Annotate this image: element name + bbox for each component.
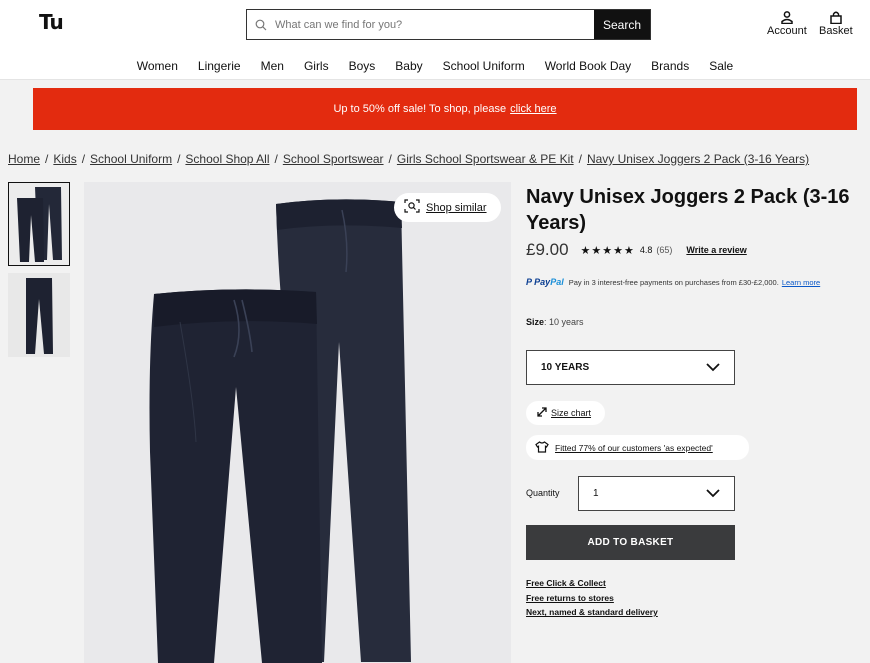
account-label: Account (767, 25, 807, 37)
gallery-thumbnail-2[interactable] (8, 273, 70, 357)
size-value: : 10 years (544, 317, 584, 327)
rating-value: 4.8 (639, 245, 653, 255)
breadcrumb-link[interactable]: Girls School Sportswear & PE Kit (397, 152, 574, 166)
tshirt-icon (535, 440, 549, 455)
front-jogger (149, 289, 322, 663)
tu-logo[interactable]: Tu (39, 10, 64, 34)
product-price: £9.00 (526, 240, 569, 259)
banner-text: Up to 50% off sale! To shop, please (333, 103, 507, 115)
site-header: Tu Search Account Basket Women Lingerie Me… (0, 0, 870, 80)
write-review-link[interactable]: Write a review (686, 245, 746, 255)
account-icon (767, 11, 807, 25)
breadcrumb-link[interactable]: School Shop All (185, 152, 269, 166)
nav-item-baby[interactable]: Baby (395, 59, 422, 73)
sale-banner: Up to 50% off sale! To shop, please clic… (33, 88, 857, 130)
nav-item-lingerie[interactable]: Lingerie (198, 59, 241, 73)
nav-item-girls[interactable]: Girls (304, 59, 329, 73)
expand-arrows-icon (537, 407, 547, 419)
gallery-thumbnail-1[interactable] (8, 182, 70, 266)
quantity-value: 1 (593, 488, 599, 499)
paypal-message: P PayPal Pay in 3 interest-free payments… (526, 277, 820, 287)
delivery-links: Free Click & Collect Free returns to stor… (526, 576, 658, 620)
fit-feedback-label: Fitted 77% of our customers 'as expected… (555, 442, 713, 453)
nav-item-men[interactable]: Men (261, 59, 284, 73)
breadcrumb-link[interactable]: Kids (53, 152, 76, 166)
breadcrumb-link[interactable]: Home (8, 152, 40, 166)
paypal-logo-icon: P PayPal (526, 277, 564, 287)
account-link[interactable]: Account (767, 11, 807, 37)
shop-similar-button[interactable]: Shop similar (394, 193, 501, 222)
nav-item-brands[interactable]: Brands (651, 59, 689, 73)
paypal-text: Pay in 3 interest-free payments on purch… (568, 277, 779, 287)
size-label: Size: 10 years (526, 317, 584, 327)
basket-icon (819, 11, 853, 25)
rating-stars-icon[interactable]: ★★★★★ (581, 244, 635, 257)
delivery-link[interactable]: Free returns to stores (526, 591, 658, 606)
fit-feedback-button[interactable]: Fitted 77% of our customers 'as expected… (526, 435, 749, 460)
review-count[interactable]: (65) (656, 245, 672, 255)
breadcrumb-separator: / (274, 152, 278, 166)
chevron-down-icon (706, 488, 720, 501)
shop-similar-label: Shop similar (426, 201, 487, 214)
basket-label: Basket (819, 25, 853, 37)
nav-item-women[interactable]: Women (137, 59, 178, 73)
paypal-learn-more-link[interactable]: Learn more (782, 278, 820, 287)
breadcrumb-link[interactable]: School Sportswear (283, 152, 384, 166)
visual-search-icon (404, 199, 420, 216)
breadcrumb-separator: / (578, 152, 582, 166)
breadcrumb-separator: / (81, 152, 86, 166)
size-chart-button[interactable]: Size chart (526, 401, 605, 425)
product-title: Navy Unisex Joggers 2 Pack (3-16 Years) (526, 186, 850, 234)
product-main-image (84, 182, 511, 663)
search-input[interactable] (275, 10, 594, 39)
breadcrumb-separator: / (388, 152, 392, 166)
quantity-label: Quantity (526, 488, 560, 498)
nav-item-school-uniform[interactable]: School Uniform (443, 59, 525, 73)
nav-item-sale[interactable]: Sale (709, 59, 733, 73)
breadcrumb-link[interactable]: Navy Unisex Joggers 2 Pack (3-16 Years) (587, 152, 809, 166)
size-chart-label: Size chart (551, 408, 592, 418)
main-nav: Women Lingerie Men Girls Boys Baby School Unif… (0, 59, 870, 73)
search-button[interactable]: Search (594, 10, 650, 39)
delivery-link[interactable]: Free Click & Collect (526, 576, 658, 591)
delivery-link[interactable]: Next, named & standard delivery (526, 605, 658, 620)
nav-item-boys[interactable]: Boys (349, 59, 376, 73)
chevron-down-icon (706, 362, 720, 375)
size-select[interactable]: 10 YEARS (526, 350, 735, 385)
quantity-select[interactable]: 1 (578, 476, 735, 511)
breadcrumb-separator: / (177, 152, 181, 166)
search-bar: Search (246, 9, 651, 40)
basket-link[interactable]: Basket (819, 11, 853, 37)
size-selected-value: 10 YEARS (541, 362, 590, 373)
breadcrumb: Home / Kids / School Uniform / School Shop All… (8, 152, 809, 166)
banner-link[interactable]: click here (510, 103, 556, 115)
breadcrumb-link[interactable]: School Uniform (90, 152, 172, 166)
search-icon (247, 10, 275, 39)
add-to-basket-button[interactable]: ADD TO BASKET (526, 525, 735, 560)
breadcrumb-separator: / (45, 152, 49, 166)
price-rating-row: £9.00 ★★★★★ 4.8 (65) Write a review (526, 240, 747, 260)
nav-item-world-book-day[interactable]: World Book Day (545, 59, 631, 73)
